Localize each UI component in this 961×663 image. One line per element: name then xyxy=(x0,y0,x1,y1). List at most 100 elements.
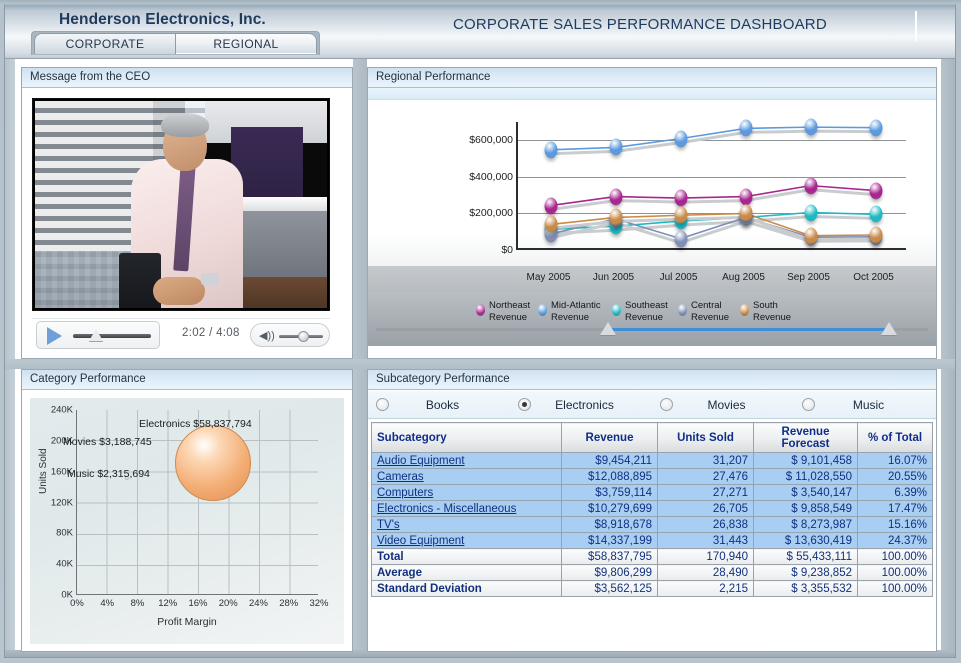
dashboard-shell: Henderson Electronics, Inc. CORPORATE SA… xyxy=(4,4,956,658)
company-name: Henderson Electronics, Inc. xyxy=(59,11,266,28)
data-point[interactable] xyxy=(804,204,817,221)
data-point[interactable] xyxy=(609,188,622,206)
speaker-icon[interactable]: ◀)) xyxy=(259,330,275,342)
range-slider-left-handle[interactable] xyxy=(599,322,616,335)
data-point[interactable] xyxy=(674,206,687,224)
subcategory-link[interactable]: Cameras xyxy=(377,471,424,483)
column-header[interactable]: Revenue Forecast xyxy=(753,422,858,453)
radio-label: Books xyxy=(425,397,460,412)
date-range-slider[interactable] xyxy=(376,320,928,342)
cell-pct-total: 17.47% xyxy=(857,500,933,517)
radio-label: Electronics xyxy=(555,397,614,412)
data-point[interactable] xyxy=(869,226,882,244)
tab-bar: CORPORATE REGIONAL xyxy=(31,31,320,55)
data-point[interactable] xyxy=(869,119,882,137)
cell-subcategory[interactable]: Computers xyxy=(371,484,562,501)
subcategory-link[interactable]: Computers xyxy=(377,487,433,499)
radio-option-electronics[interactable]: Electronics xyxy=(510,398,652,412)
radio-option-books[interactable]: Books xyxy=(368,398,510,412)
radio-button[interactable] xyxy=(376,398,389,411)
data-point[interactable] xyxy=(674,230,687,248)
legend-swatch xyxy=(740,304,749,316)
table-row[interactable]: Average $9,806,299 28,490 $ 9,238,852 100.00… xyxy=(371,564,933,581)
line-plot-area: $0 $200,000 $400,000 $600,000 xyxy=(469,118,906,256)
column-header[interactable]: Revenue xyxy=(561,422,658,453)
volume-slider-handle[interactable] xyxy=(298,331,310,342)
cell-subcategory[interactable]: Video Equipment xyxy=(371,532,562,549)
cell-units-sold: 31,207 xyxy=(657,452,754,469)
bubble-point[interactable] xyxy=(175,425,252,502)
cell-subcategory[interactable]: Total xyxy=(371,548,562,565)
x-axis-tick: Aug 2005 xyxy=(722,272,765,283)
column-header[interactable]: Subcategory xyxy=(371,422,562,453)
radio-option-music[interactable]: Music xyxy=(794,398,936,412)
bubble-label: Electronics $58,837,794 xyxy=(139,418,252,430)
cell-units-sold: 27,476 xyxy=(657,468,754,485)
cell-forecast: $ 3,355,532 xyxy=(753,580,858,597)
data-point[interactable] xyxy=(674,189,687,207)
cell-revenue: $58,837,795 xyxy=(561,548,658,565)
seek-slider-handle[interactable] xyxy=(89,329,104,341)
data-point[interactable] xyxy=(869,205,882,223)
column-header[interactable]: Units Sold xyxy=(657,422,754,453)
data-point[interactable] xyxy=(804,177,817,195)
column-header[interactable]: % of Total xyxy=(857,422,933,453)
radio-label: Music xyxy=(852,397,885,412)
table-row[interactable]: Total $58,837,795 170,940 $ 55,433,111 100.0… xyxy=(371,548,933,565)
table-row[interactable]: Video Equipment $14,337,199 31,443 $ 13,630… xyxy=(371,532,933,549)
x-axis-tick: May 2005 xyxy=(526,272,571,283)
cell-subcategory[interactable]: Cameras xyxy=(371,468,562,485)
data-point[interactable] xyxy=(804,227,817,245)
cell-units-sold: 26,838 xyxy=(657,516,754,533)
cell-pct-total: 15.16% xyxy=(857,516,933,533)
table-row[interactable]: Audio Equipment $9,454,211 31,207 $ 9,101,4… xyxy=(371,452,933,469)
data-point[interactable] xyxy=(674,130,687,148)
data-point[interactable] xyxy=(609,208,622,226)
photo-executive-hands xyxy=(153,277,205,305)
cell-revenue: $3,759,114 xyxy=(561,484,658,501)
bubble-chart: Units Sold Profit Margin 0K 40K 80K 120K 160… xyxy=(30,398,344,644)
data-point[interactable] xyxy=(804,118,817,136)
data-point[interactable] xyxy=(739,119,752,137)
tab-regional[interactable]: REGIONAL xyxy=(175,33,317,54)
play-icon[interactable] xyxy=(47,327,62,345)
radio-option-movies[interactable]: Movies xyxy=(652,398,794,412)
cell-forecast: $ 13,630,419 xyxy=(753,532,858,549)
seek-slider-track[interactable] xyxy=(73,334,151,338)
subcategory-link[interactable]: Video Equipment xyxy=(377,535,464,547)
table-row[interactable]: Computers $3,759,114 27,271 $ 3,540,147 6.39… xyxy=(371,484,933,501)
table-row[interactable]: Electronics - Miscellaneous $10,279,699 26… xyxy=(371,500,933,517)
cell-subcategory[interactable]: Audio Equipment xyxy=(371,452,562,469)
subcategory-link[interactable]: TV's xyxy=(377,519,400,531)
cell-subcategory[interactable]: TV's xyxy=(371,516,562,533)
data-point[interactable] xyxy=(739,188,752,206)
cell-revenue: $12,088,895 xyxy=(561,468,658,485)
data-point[interactable] xyxy=(544,215,557,233)
table-row[interactable]: Cameras $12,088,895 27,476 $ 11,028,550 20.5… xyxy=(371,468,933,485)
table-row[interactable]: TV's $8,918,678 26,838 $ 8,273,987 15.16% xyxy=(371,516,933,533)
data-point[interactable] xyxy=(544,141,557,159)
radio-button[interactable] xyxy=(660,398,673,411)
cell-forecast: $ 9,101,458 xyxy=(753,452,858,469)
radio-button[interactable] xyxy=(518,398,531,411)
radio-button[interactable] xyxy=(802,398,815,411)
data-point[interactable] xyxy=(869,182,882,200)
subcategory-performance-panel: Subcategory Performance Books Electronics… xyxy=(367,369,937,652)
cell-subcategory[interactable]: Electronics - Miscellaneous xyxy=(371,500,562,517)
data-point[interactable] xyxy=(739,204,752,222)
subcategory-panel-title: Subcategory Performance xyxy=(368,370,936,390)
cell-subcategory[interactable]: Standard Deviation xyxy=(371,580,562,597)
data-point[interactable] xyxy=(544,197,557,215)
ceo-video-player[interactable] xyxy=(32,98,330,311)
cell-revenue: $9,806,299 xyxy=(561,564,658,581)
table-row[interactable]: Standard Deviation $3,562,125 2,215 $ 3,355… xyxy=(371,580,933,597)
bubble-x-tick: 0% xyxy=(70,598,84,609)
cell-subcategory[interactable]: Average xyxy=(371,564,562,581)
tab-corporate[interactable]: CORPORATE xyxy=(34,33,176,54)
ceo-photo xyxy=(35,101,327,308)
data-point[interactable] xyxy=(609,138,622,156)
subcategory-link[interactable]: Electronics - Miscellaneous xyxy=(377,503,516,515)
page-title: CORPORATE SALES PERFORMANCE DASHBOARD xyxy=(453,16,827,33)
subcategory-link[interactable]: Audio Equipment xyxy=(377,455,465,467)
range-slider-right-handle[interactable] xyxy=(881,322,898,335)
